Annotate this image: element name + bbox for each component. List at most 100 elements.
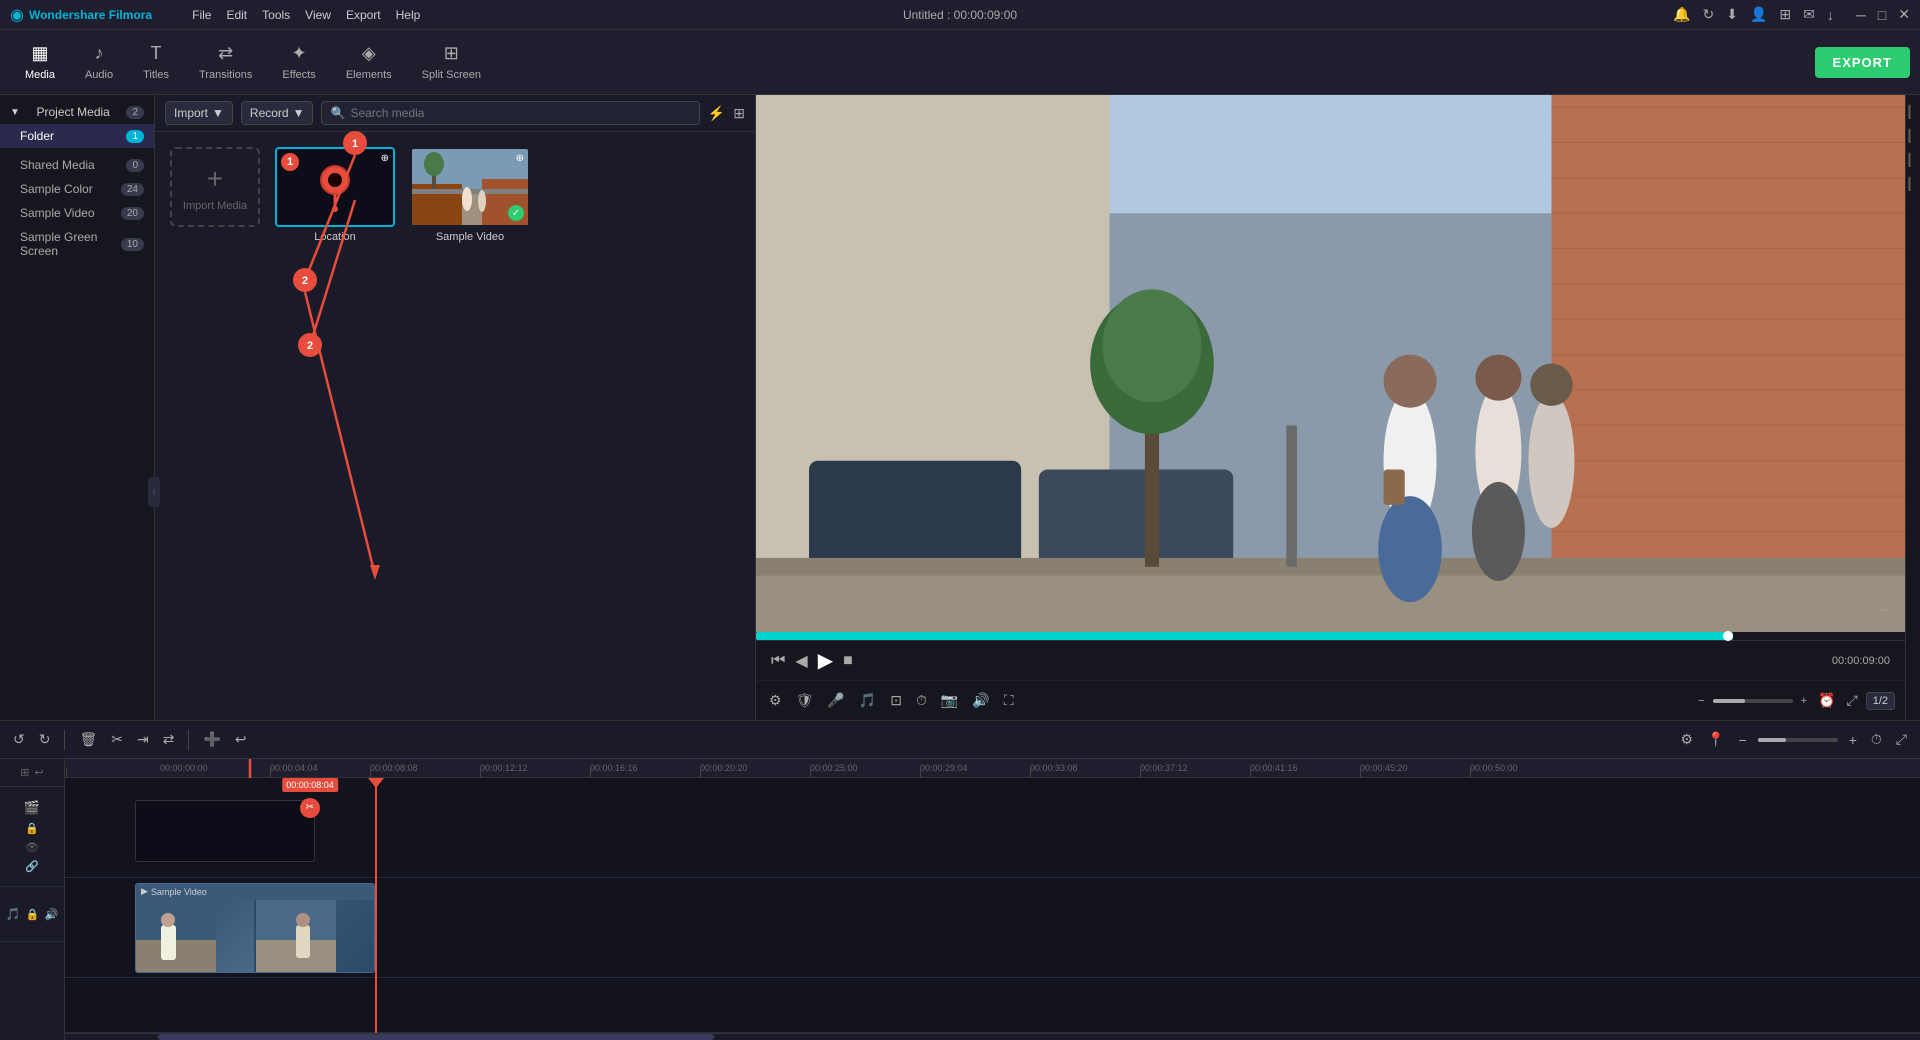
timeline-marker-icon[interactable]: 📍 xyxy=(1704,728,1727,751)
zoom-out-icon[interactable]: − xyxy=(1695,692,1707,710)
search-bar[interactable]: 🔍 xyxy=(321,101,699,125)
record-dropdown[interactable]: Record ▼ xyxy=(241,101,314,125)
clock-icon[interactable]: ⏰ xyxy=(1815,689,1838,712)
timeline-clock-icon[interactable]: ⏱ xyxy=(1868,728,1885,751)
playback-speed[interactable]: 1/2 xyxy=(1866,692,1895,710)
sidebar-item-sample-color[interactable]: Sample Color 24 xyxy=(0,177,154,201)
project-media-section: ▼ Project Media 2 Folder 1 xyxy=(0,95,154,153)
tool-elements[interactable]: ◈ Elements xyxy=(331,38,407,86)
mail-icon[interactable]: ✉ xyxy=(1803,6,1815,23)
tool-effects[interactable]: ✦ Effects xyxy=(267,38,330,86)
video-track-eye-icon[interactable]: 👁 xyxy=(25,841,39,854)
undo-button[interactable]: ↺ xyxy=(10,728,28,751)
audio-track-lock-icon[interactable]: 🔒 xyxy=(26,908,40,921)
tool-transitions[interactable]: ⇄ Transitions xyxy=(184,38,267,86)
sidebar-item-folder[interactable]: Folder 1 xyxy=(0,124,154,148)
download-icon[interactable]: ⬇ xyxy=(1726,6,1738,23)
timeline-zoom-out[interactable]: − xyxy=(1736,729,1750,751)
preview-scrubber[interactable] xyxy=(1723,631,1733,641)
cut-button[interactable]: ✂ xyxy=(108,728,126,751)
timeline-zoom-slider[interactable] xyxy=(1758,738,1838,742)
export-button[interactable]: EXPORT xyxy=(1815,47,1910,78)
share-icon[interactable]: ⊞ xyxy=(1779,6,1791,23)
fullscreen-icon[interactable]: ⛶ xyxy=(1001,689,1017,712)
redo-button[interactable]: ↻ xyxy=(36,728,54,751)
delete-button[interactable]: 🗑 xyxy=(76,728,100,751)
sidebar-item-sample-green-screen[interactable]: Sample Green Screen 10 xyxy=(0,225,154,263)
menu-view[interactable]: View xyxy=(305,8,331,22)
add-track-button[interactable]: ➕ xyxy=(200,728,223,751)
timeline-scroll-thumb[interactable] xyxy=(158,1034,715,1040)
ruler-tick-10 xyxy=(1250,769,1251,777)
right-panel-icon-3[interactable]: ▎ xyxy=(1908,153,1917,167)
timeline-expand-icon[interactable]: ⤢ xyxy=(1893,728,1910,751)
filter-button[interactable]: ⚡ xyxy=(708,105,725,122)
search-input[interactable] xyxy=(350,106,690,120)
menu-help[interactable]: Help xyxy=(396,8,421,22)
expand-icon[interactable]: ⤢ xyxy=(1844,689,1861,712)
timeline-body: ⊞ ↩ 🎬 🔒 👁 🔗 🎵 🔒 🔊 00:00:00:00 xyxy=(0,759,1920,1040)
project-media-header[interactable]: ▼ Project Media 2 xyxy=(0,100,154,124)
import-dropdown[interactable]: Import ▼ xyxy=(165,101,233,125)
sidebar-collapse-button[interactable]: ‹ xyxy=(148,477,160,507)
timeline-settings-icon[interactable]: ⚙ xyxy=(1678,728,1697,751)
mic-icon[interactable]: 🎤 xyxy=(824,689,847,712)
menu-tools[interactable]: Tools xyxy=(262,8,290,22)
sidebar-item-shared-media[interactable]: Shared Media 0 xyxy=(0,153,154,177)
view-toggle-button[interactable]: ⊞ xyxy=(733,105,745,122)
sync-icon[interactable]: ↻ xyxy=(1703,6,1715,23)
tool-media[interactable]: ▦ Media xyxy=(10,38,70,86)
right-panel-icon-4[interactable]: ▎ xyxy=(1908,177,1917,191)
zoom-in-icon[interactable]: + xyxy=(1798,692,1810,710)
audio-split-button[interactable]: ⇄ xyxy=(160,728,178,751)
import-media-button[interactable]: + Import Media xyxy=(170,147,260,227)
sample-video-clip[interactable]: ▶ Sample Video xyxy=(135,883,375,973)
video-track-link-icon[interactable]: 🔗 xyxy=(25,860,39,873)
camera-icon[interactable]: 📷 xyxy=(938,689,961,712)
sidebar-item-sample-video[interactable]: Sample Video 20 xyxy=(0,201,154,225)
timeline-zoom-in[interactable]: + xyxy=(1846,729,1860,751)
track-loop-icon[interactable]: ↩ xyxy=(35,766,44,779)
play-button[interactable]: ▶ xyxy=(818,648,833,673)
title-bar-left: ◉ Wondershare Filmora File Edit Tools Vi… xyxy=(10,5,420,25)
frame-back-button[interactable]: ◀ xyxy=(795,651,807,671)
right-panel-icon-2[interactable]: ▎ xyxy=(1908,129,1917,143)
right-panel-icon-1[interactable]: ▎ xyxy=(1908,105,1917,119)
minimize-button[interactable]: ─ xyxy=(1856,7,1866,23)
plus-icon: + xyxy=(207,163,223,195)
track-add-icon[interactable]: ⊞ xyxy=(20,766,29,779)
timeline-scrollbar[interactable] xyxy=(65,1033,1920,1040)
audio-track-volume-icon[interactable]: 🔊 xyxy=(44,908,58,921)
menu-edit[interactable]: Edit xyxy=(226,8,247,22)
shield-icon[interactable]: 🛡 xyxy=(793,689,817,712)
menu-file[interactable]: File xyxy=(192,8,211,22)
loop-button[interactable]: ↩ xyxy=(232,728,250,751)
stop-button[interactable]: ■ xyxy=(843,652,853,670)
settings-icon[interactable]: ⚙ xyxy=(766,689,785,712)
video-track-camera-icon[interactable]: 🎬 xyxy=(24,800,40,816)
audio-track-icon[interactable]: 🎵 xyxy=(6,907,21,921)
clip-frame-1 xyxy=(136,900,254,972)
sample-video-thumb[interactable]: ⊕ ✓ Sample Video xyxy=(410,147,530,243)
timer-icon[interactable]: ⏱ xyxy=(913,689,930,712)
volume-icon[interactable]: 🔊 xyxy=(969,689,992,712)
crop-icon[interactable]: ⊡ xyxy=(887,689,905,712)
location-media-thumb[interactable]: 1 ⊕ Location xyxy=(275,147,395,243)
download2-icon[interactable]: ↓ xyxy=(1827,7,1834,23)
notifications-icon[interactable]: 🔔 xyxy=(1673,6,1690,23)
zoom-slider[interactable] xyxy=(1713,699,1793,703)
maximize-button[interactable]: □ xyxy=(1878,7,1886,23)
tool-audio[interactable]: ♪ Audio xyxy=(70,38,128,86)
playhead-scissors-icon[interactable]: ✂ xyxy=(300,798,320,818)
step-back-button[interactable]: ⏮ xyxy=(771,652,785,670)
music-icon[interactable]: 🎵 xyxy=(856,689,879,712)
ripple-button[interactable]: ⇥ xyxy=(134,728,152,751)
tool-titles[interactable]: T Titles xyxy=(128,38,184,86)
tool-split-screen[interactable]: ⊞ Split Screen xyxy=(407,38,496,86)
preview-timeline-bar[interactable] xyxy=(756,632,1905,640)
menu-export[interactable]: Export xyxy=(346,8,381,22)
video-track-lock-icon[interactable]: 🔒 xyxy=(25,822,39,835)
close-button[interactable]: ✕ xyxy=(1898,6,1910,23)
account-icon[interactable]: 👤 xyxy=(1750,6,1767,23)
timeline-ruler[interactable]: 00:00:00:00 00:00:04:04 00:00:08:08 00:0… xyxy=(65,759,1920,778)
